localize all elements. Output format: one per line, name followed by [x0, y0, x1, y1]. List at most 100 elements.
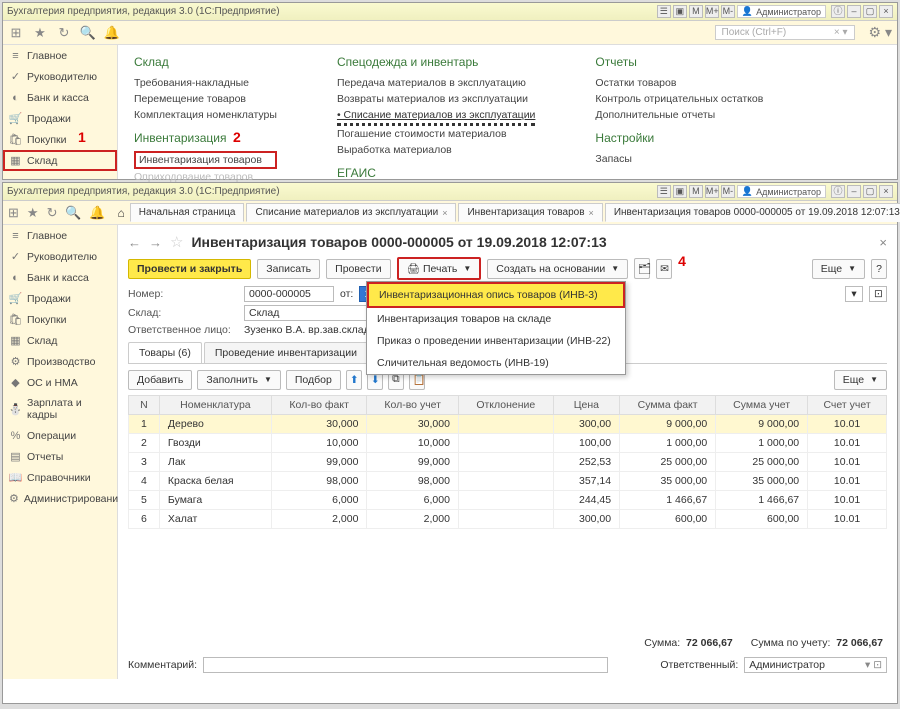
- table-row[interactable]: 1Дерево30,00030,000300,009 000,009 000,0…: [129, 415, 887, 434]
- close-icon[interactable]: ×: [879, 185, 893, 198]
- star-icon[interactable]: ☆: [170, 233, 183, 251]
- tb-icon[interactable]: M+: [705, 185, 719, 198]
- sidebar-item[interactable]: ◐Банк и касса: [3, 267, 117, 288]
- save-button[interactable]: Записать: [257, 259, 320, 279]
- menu-link[interactable]: Контроль отрицательных остатков: [595, 91, 763, 107]
- sidebar-item[interactable]: 🛒Продажи: [3, 288, 117, 309]
- history-icon[interactable]: ↻: [47, 205, 58, 221]
- menu-link[interactable]: Выработка материалов: [337, 142, 535, 158]
- tb-icon[interactable]: M+: [705, 5, 719, 18]
- tab[interactable]: Начальная страница: [130, 203, 245, 222]
- sidebar-item[interactable]: ▦Склад: [3, 330, 117, 351]
- menu-link[interactable]: Передача материалов в эксплуатацию: [337, 75, 535, 91]
- sidebar-item[interactable]: ▤Отчеты: [3, 446, 117, 467]
- commit-button[interactable]: Провести и закрыть: [128, 259, 251, 279]
- maximize-icon[interactable]: ▢: [863, 185, 877, 198]
- menu-link[interactable]: Перемещение товаров: [134, 91, 277, 107]
- search-input[interactable]: Поиск (Ctrl+F)× ▾: [715, 25, 855, 40]
- mail-icon[interactable]: ✉: [656, 259, 672, 279]
- tab[interactable]: Инвентаризация товаров ×: [458, 203, 602, 222]
- star-icon[interactable]: ★: [32, 25, 48, 41]
- dropdown-icon[interactable]: ▾: [845, 286, 863, 302]
- table-row[interactable]: 2Гвозди10,00010,000100,001 000,001 000,0…: [129, 434, 887, 453]
- fwd-arrow-icon[interactable]: →: [149, 235, 162, 250]
- sidebar-item[interactable]: %Операции: [3, 425, 117, 446]
- admin-badge[interactable]: 👤Администратор: [737, 185, 826, 198]
- sidebar-item[interactable]: ▦Склад: [3, 150, 117, 171]
- tb-icon[interactable]: M-: [721, 185, 735, 198]
- items-table[interactable]: NНоменклатураКол-во фактКол-во учетОткло…: [128, 395, 887, 529]
- post-button[interactable]: Провести: [326, 259, 390, 279]
- help-icon[interactable]: ?: [871, 259, 887, 279]
- tb-icon[interactable]: ☰: [657, 185, 671, 198]
- tb-icon[interactable]: M: [689, 185, 703, 198]
- menu-link[interactable]: Погашение стоимости материалов: [337, 126, 535, 142]
- table-row[interactable]: 3Лак99,00099,000252,5325 000,0025 000,00…: [129, 453, 887, 472]
- menu-link[interactable]: Комплектация номенклатуры: [134, 107, 277, 123]
- print-button[interactable]: 🖨 Печать▼: [397, 257, 482, 280]
- menu-link[interactable]: • Списание материалов из эксплуатации: [337, 107, 535, 126]
- create-based-button[interactable]: Создать на основании▼: [487, 259, 628, 279]
- tab[interactable]: Инвентаризация товаров 0000-000005 от 19…: [605, 203, 900, 222]
- sidebar-item[interactable]: 🛍Покупки: [3, 309, 117, 330]
- print-menu-item[interactable]: Инвентаризация товаров на складе: [367, 308, 625, 330]
- more-button[interactable]: Еще▼: [812, 259, 865, 279]
- sidebar-item[interactable]: ≡Главное: [3, 225, 117, 246]
- search-icon[interactable]: 🔍: [80, 25, 96, 41]
- table-row[interactable]: 4Краска белая98,00098,000357,1435 000,00…: [129, 472, 887, 491]
- menu-inventory-link[interactable]: Инвентаризация товаров: [134, 151, 277, 169]
- menu-link[interactable]: Запасы: [595, 151, 763, 167]
- menu-link[interactable]: Дополнительные отчеты: [595, 107, 763, 123]
- sidebar-item[interactable]: ⚙Администрирование: [3, 488, 117, 509]
- history-icon[interactable]: ↻: [56, 25, 72, 41]
- home-icon[interactable]: ⌂: [117, 206, 124, 220]
- tb-icon[interactable]: M-: [721, 5, 735, 18]
- gear-icon[interactable]: ⚙ ▾: [869, 24, 892, 41]
- tree-icon[interactable]: 🗂: [634, 258, 650, 279]
- close-icon[interactable]: ×: [442, 208, 447, 218]
- info-icon[interactable]: ⓘ: [831, 185, 845, 198]
- sidebar-item[interactable]: ✓Руководителю: [3, 66, 117, 87]
- sidebar-item[interactable]: ≡Главное: [3, 45, 117, 66]
- admin-badge[interactable]: 👤Администратор: [737, 5, 826, 18]
- num-input[interactable]: 0000-000005: [244, 286, 334, 302]
- tb-icon[interactable]: M: [689, 5, 703, 18]
- print-menu-item[interactable]: Приказ о проведении инвентаризации (ИНВ-…: [367, 330, 625, 352]
- menu-link[interactable]: Остатки товаров: [595, 75, 763, 91]
- open-icon[interactable]: ⊡: [869, 286, 887, 302]
- search-icon[interactable]: 🔍: [65, 205, 81, 221]
- menu-link[interactable]: Требования-накладные: [134, 75, 277, 91]
- subtab[interactable]: Товары (6): [128, 342, 202, 363]
- comment-input[interactable]: [203, 657, 608, 673]
- sidebar-item[interactable]: 🛒Продажи: [3, 108, 117, 129]
- grid-icon[interactable]: ⊞: [8, 25, 24, 41]
- bell-icon[interactable]: 🔔: [89, 205, 105, 221]
- up-icon[interactable]: ⬆: [346, 370, 362, 390]
- pick-button[interactable]: Подбор: [286, 370, 341, 390]
- grid-icon[interactable]: ⊞: [8, 205, 19, 221]
- sidebar-item[interactable]: ✓Руководителю: [3, 246, 117, 267]
- sidebar-item[interactable]: 📖Справочники: [3, 467, 117, 488]
- close-icon[interactable]: ×: [879, 5, 893, 18]
- sidebar-item[interactable]: ⛄Зарплата и кадры: [3, 393, 117, 425]
- fill-button[interactable]: Заполнить▼: [197, 370, 280, 390]
- tb-icon[interactable]: ☰: [657, 5, 671, 18]
- sidebar-item[interactable]: 🛍Покупки: [3, 129, 117, 150]
- bell-icon[interactable]: 🔔: [104, 25, 120, 41]
- star-icon[interactable]: ★: [27, 205, 39, 221]
- menu-link[interactable]: Возвраты материалов из эксплуатации: [337, 91, 535, 107]
- table-row[interactable]: 5Бумага6,0006,000244,451 466,671 466,671…: [129, 491, 887, 510]
- info-icon[interactable]: ⓘ: [831, 5, 845, 18]
- maximize-icon[interactable]: ▢: [863, 5, 877, 18]
- back-arrow-icon[interactable]: ←: [128, 235, 141, 250]
- resp2-input[interactable]: Администратор▾ ⊡: [744, 657, 887, 673]
- sidebar-item[interactable]: ◐Банк и касса: [3, 87, 117, 108]
- tab[interactable]: Списание материалов из эксплуатации ×: [246, 203, 456, 222]
- tb-icon[interactable]: ▣: [673, 185, 687, 198]
- sidebar-item[interactable]: ⚙Производство: [3, 351, 117, 372]
- sidebar-item[interactable]: ◆ОС и НМА: [3, 372, 117, 393]
- print-menu-item[interactable]: Сличительная ведомость (ИНВ-19): [367, 352, 625, 374]
- close-icon[interactable]: ×: [589, 208, 594, 218]
- subtab[interactable]: Проведение инвентаризации: [204, 342, 368, 363]
- tb-icon[interactable]: ▣: [673, 5, 687, 18]
